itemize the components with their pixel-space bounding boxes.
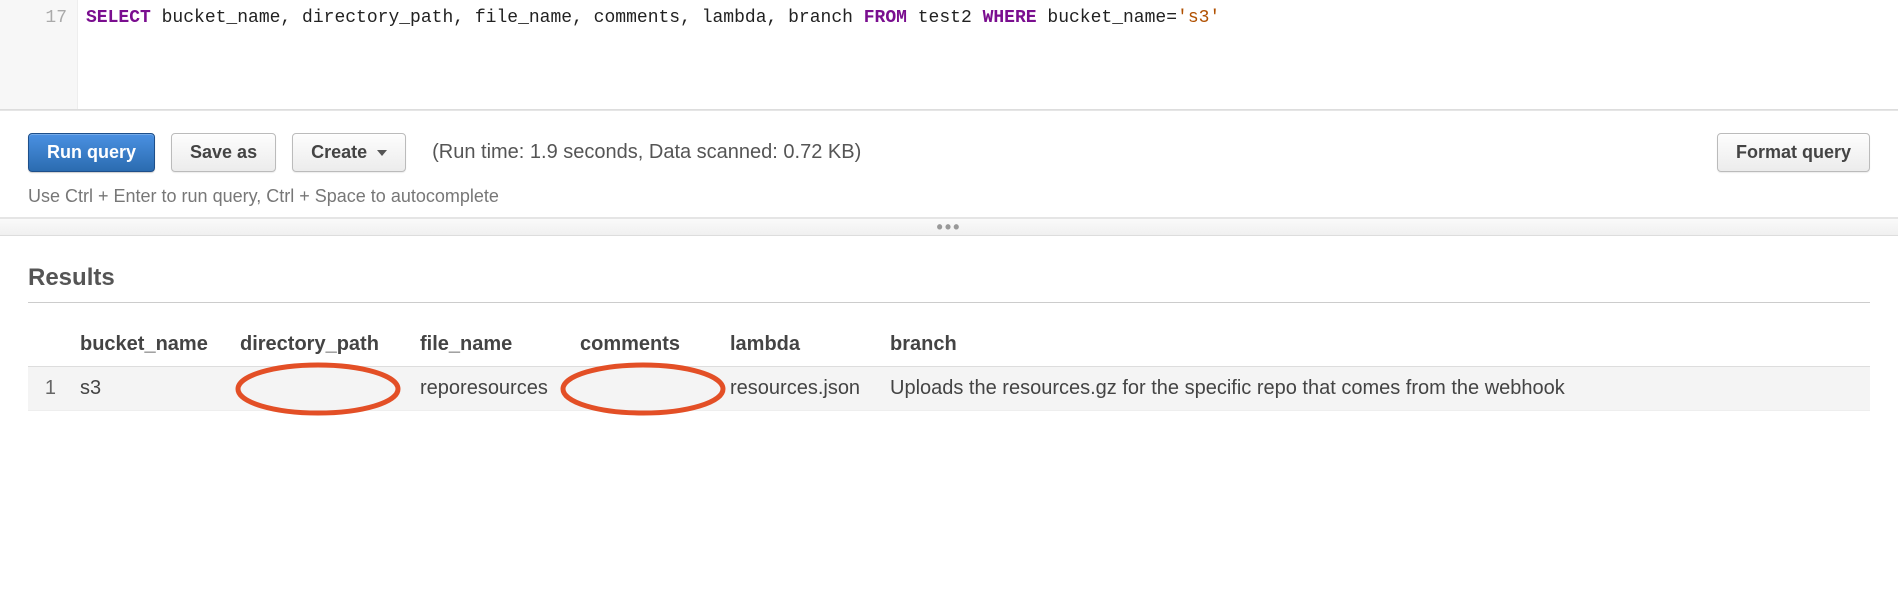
col-header-bucket_name[interactable]: bucket_name xyxy=(68,323,228,367)
col-header-file_name[interactable]: file_name xyxy=(408,323,568,367)
results-title: Results xyxy=(28,264,1870,303)
cell-comments xyxy=(568,367,718,411)
save-as-button[interactable]: Save as xyxy=(171,133,276,172)
splitter-dots-icon: ••• xyxy=(937,217,962,238)
create-button[interactable]: Create xyxy=(292,133,406,172)
query-toolbar: Run query Save as Create (Run time: 1.9 … xyxy=(0,110,1898,218)
sql-editor[interactable]: 17 SELECT bucket_name, directory_path, f… xyxy=(0,0,1898,110)
cell-lambda: resources.json xyxy=(718,367,878,411)
col-header-lambda[interactable]: lambda xyxy=(718,323,878,367)
cell-bucket_name: s3 xyxy=(68,367,228,411)
col-header-comments[interactable]: comments xyxy=(568,323,718,367)
query-status-text: (Run time: 1.9 seconds, Data scanned: 0.… xyxy=(432,141,861,164)
sql-eq: = xyxy=(1166,8,1177,28)
sql-keyword-where: WHERE xyxy=(983,8,1037,28)
sql-table: test2 xyxy=(907,8,983,28)
sql-columns: bucket_name, directory_path, file_name, … xyxy=(151,8,864,28)
cell-file_name: reporesources xyxy=(408,367,568,411)
line-number: 17 xyxy=(0,6,77,30)
cell-rownum: 1 xyxy=(28,367,68,411)
run-query-button[interactable]: Run query xyxy=(28,133,155,172)
results-table: bucket_name directory_path file_name com… xyxy=(28,323,1870,411)
sql-cond-right: 's3' xyxy=(1177,8,1220,28)
col-header-branch[interactable]: branch xyxy=(878,323,1870,367)
keyboard-hint: Use Ctrl + Enter to run query, Ctrl + Sp… xyxy=(28,186,1870,207)
sql-keyword-select: SELECT xyxy=(86,8,151,28)
table-header-row: bucket_name directory_path file_name com… xyxy=(28,323,1870,367)
annotation-circle-icon xyxy=(233,361,403,417)
results-pane: Results bucket_name directory_path file_… xyxy=(0,236,1898,411)
sql-cond-left: bucket_name xyxy=(1037,8,1167,28)
sql-keyword-from: FROM xyxy=(864,8,907,28)
create-button-label: Create xyxy=(311,142,367,163)
cell-branch: Uploads the resources.gz for the specifi… xyxy=(878,367,1870,411)
col-header-directory_path[interactable]: directory_path xyxy=(228,323,408,367)
cell-directory_path xyxy=(228,367,408,411)
table-row[interactable]: 1 s3 reporesources resources.json Upload xyxy=(28,367,1870,411)
editor-code[interactable]: SELECT bucket_name, directory_path, file… xyxy=(78,0,1898,109)
col-header-rownum xyxy=(28,323,68,367)
annotation-circle-icon xyxy=(558,361,728,417)
editor-gutter: 17 xyxy=(0,0,78,109)
format-query-button[interactable]: Format query xyxy=(1717,133,1870,172)
pane-splitter[interactable]: ••• xyxy=(0,218,1898,236)
